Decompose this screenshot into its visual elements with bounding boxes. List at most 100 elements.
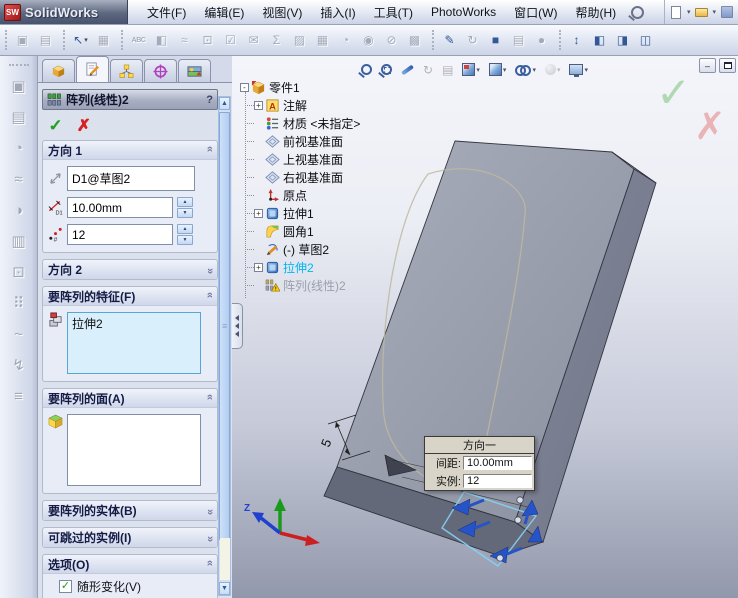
shaded-view-icon[interactable]: ■ [484,29,507,52]
instances-down-button[interactable]: ▼ [177,235,193,245]
deviation-analysis-icon[interactable]: ✉ [242,29,265,52]
select-cursor-icon[interactable]: ↖ ▾ [69,29,92,52]
menu-item-1[interactable]: 编辑(E) [195,0,253,25]
measure-icon[interactable]: ≈ [173,29,196,52]
smart-fasteners-icon[interactable]: ▤ [34,29,57,52]
spacing-down-button[interactable]: ▼ [177,208,193,218]
tree-item-7[interactable]: + 拉伸1 [240,204,400,222]
spacing-input[interactable] [67,197,173,218]
help-button[interactable]: ? [206,94,213,106]
tab-dimxpert[interactable] [144,59,177,82]
minimize-button[interactable]: – [699,58,716,73]
zoom-to-selection-button[interactable] [398,59,417,80]
open-file-button[interactable] [692,3,710,21]
tree-item-9[interactable]: (-) 草图2 [240,240,400,258]
rotate-view-icon[interactable]: ↻ [461,29,484,52]
menu-item-4[interactable]: 工具(T) [365,0,422,25]
expand-toggle[interactable]: + [254,208,263,218]
draft-analysis-icon[interactable]: ◔ [334,29,357,52]
dimension-text[interactable]: 5 [318,437,335,449]
view-orientation-button[interactable]: ▾ [459,59,483,80]
loft-icon[interactable]: ◑ [5,198,33,223]
reference-axis-icon[interactable]: ↕ [565,29,588,52]
pattern-direction-input[interactable] [67,166,195,191]
flex-icon[interactable]: ↯ [5,353,33,378]
tree-item-6[interactable]: 原点 [240,186,400,204]
check-entity-icon[interactable]: ☑ [219,29,242,52]
expand-toggle[interactable]: + [254,100,263,110]
expand-toggle[interactable]: - [240,82,249,92]
view-setting-2-icon[interactable]: ◨ [611,29,634,52]
rib-icon[interactable]: ≡ [5,384,33,409]
panel-collapse-handle[interactable] [232,303,243,349]
tree-item-8[interactable]: 圆角1 [240,222,400,240]
section-view-button[interactable]: ▤ [439,59,456,80]
scrollbar-track[interactable] [220,538,230,580]
vary-sketch-checkbox[interactable]: ✓ [59,580,72,593]
tree-item-4[interactable]: 上视基准面 [240,150,400,168]
group-direction-1-header[interactable]: 方向 1 » [43,141,217,160]
expand-toggle[interactable]: + [254,262,263,272]
dropdown-arrow-icon[interactable]: ▾ [712,8,716,16]
display-style-button[interactable]: ▾ [486,59,510,80]
instance-count-input[interactable] [67,224,173,245]
graphics-viewport[interactable]: 5 Z ↻ ▤ ▾ ▾ ▾ ▾ ▾ – ✓ ✗ - 零件1 + 注解 材质 <未… [232,56,738,598]
menu-item-6[interactable]: 窗口(W) [505,0,566,25]
spacing-up-button[interactable]: ▲ [177,197,193,207]
group-skip-header[interactable]: 可跳过的实例(I) » [43,528,217,547]
fillet-tool-icon[interactable]: ◔ [5,136,33,161]
shell-icon[interactable]: ▥ [5,229,33,254]
menu-item-2[interactable]: 视图(V) [253,0,311,25]
tab-configurations[interactable] [110,59,143,82]
insert-components-icon[interactable]: ▣ [11,29,34,52]
menu-item-3[interactable]: 插入(I) [311,0,364,25]
restore-button[interactable] [719,58,736,73]
curvature-icon[interactable]: ▨ [288,29,311,52]
design-table-icon[interactable]: ▦ [311,29,334,52]
edit-appearance-button[interactable]: ▾ [542,59,564,80]
boss-extrude-icon[interactable]: ▣ [5,74,33,99]
selected-feature-item[interactable]: 拉伸2 [72,315,196,332]
callout-spacing-value[interactable]: 10.00mm [463,456,532,470]
ok-button[interactable]: ✓ [48,117,62,134]
sweep-icon[interactable]: ≈ [5,167,33,192]
group-bodies-header[interactable]: 要阵列的实体(B) » [43,501,217,520]
section-view-icon[interactable]: ▤ [507,29,530,52]
group-faces-header[interactable]: 要阵列的面(A) » [43,389,217,408]
undercut-icon[interactable]: ⊘ [380,29,403,52]
rotate-view-button[interactable]: ↻ [420,59,436,80]
group-direction-2-header[interactable]: 方向 2 » [43,260,217,279]
tree-item-2[interactable]: 材质 <未指定> [240,114,400,132]
apply-scene-button[interactable]: ▾ [566,59,591,80]
search-icon[interactable] [631,5,645,19]
block-icon[interactable]: ▩ [403,29,426,52]
design-checker-icon[interactable]: ◧ [150,29,173,52]
new-file-button[interactable] [667,3,685,21]
tab-features[interactable] [42,59,75,82]
group-options-header[interactable]: 选项(O) » [43,555,217,574]
linear-pattern-icon[interactable]: ⠿ [5,291,33,316]
menu-item-7[interactable]: 帮助(H) [566,0,625,25]
curve-icon[interactable]: ~ [5,322,33,347]
tab-appearances[interactable] [178,59,211,82]
zoom-to-area-button[interactable] [378,59,395,80]
tree-item-3[interactable]: 前视基准面 [240,132,400,150]
zebra-stripes-icon[interactable]: ◉ [357,29,380,52]
toolbar-grip[interactable] [8,64,29,66]
equations-icon[interactable]: Σ [265,29,288,52]
scroll-up-button[interactable]: ▲ [219,97,230,110]
scroll-down-button[interactable]: ▼ [219,582,230,595]
scrollbar-thumb[interactable] [219,112,230,540]
features-selection-list[interactable]: 拉伸2 [67,312,201,374]
tree-item-5[interactable]: 右视基准面 [240,168,400,186]
hide-show-items-button[interactable]: ▾ [512,59,539,80]
view-setting-1-icon[interactable]: ◧ [588,29,611,52]
view-setting-3-icon[interactable]: ◫ [634,29,657,52]
spell-checker-icon[interactable]: ABC [127,29,150,52]
menu-item-5[interactable]: PhotoWorks [422,1,505,23]
tree-item-10[interactable]: + 拉伸2 [240,258,400,276]
tab-property-manager[interactable] [76,56,109,82]
group-features-header[interactable]: 要阵列的特征(F) » [43,287,217,306]
cancel-button[interactable]: ✗ [76,117,90,134]
menu-item-0[interactable]: 文件(F) [138,0,195,25]
